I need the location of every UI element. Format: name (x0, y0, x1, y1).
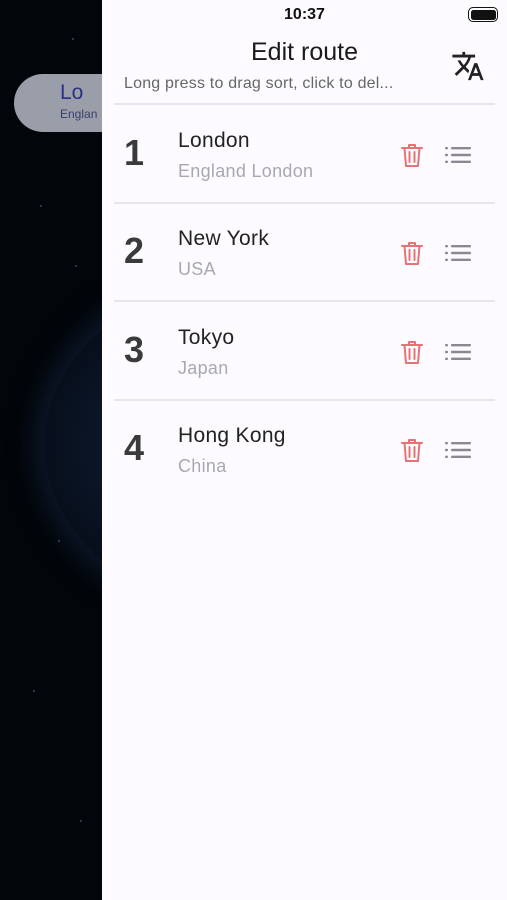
route-country: Japan (178, 358, 229, 378)
instructions-subtitle: Long press to drag sort, click to del... (124, 75, 394, 92)
route-row[interactable]: 4 Hong Kong China (102, 399, 507, 497)
route-index: 3 (124, 329, 145, 370)
status-time: 10:37 (284, 6, 325, 23)
page-title: Edit route (250, 38, 358, 66)
delete-icon[interactable] (400, 339, 424, 365)
drag-handle-icon[interactable] (445, 145, 471, 165)
delete-icon[interactable] (400, 240, 424, 266)
route-city: New York (178, 227, 270, 250)
drag-handle-icon[interactable] (445, 440, 471, 460)
route-country: China (178, 456, 227, 476)
translate-icon[interactable] (451, 49, 485, 83)
route-row[interactable]: 3 Tokyo Japan (102, 301, 507, 399)
route-city: London (178, 129, 250, 152)
edit-route-panel: 10:37 Edit route Long press to drag sort… (102, 0, 507, 900)
route-row[interactable]: 1 London England London (102, 104, 507, 202)
route-country: England London (178, 161, 314, 181)
drag-handle-icon[interactable] (445, 342, 471, 362)
drag-handle-icon[interactable] (445, 243, 471, 263)
route-index: 4 (124, 427, 145, 468)
route-city: Hong Kong (178, 424, 286, 447)
delete-icon[interactable] (400, 142, 424, 168)
route-index: 2 (124, 230, 145, 271)
route-city: Tokyo (178, 326, 235, 349)
route-index: 1 (124, 132, 145, 173)
route-country: USA (178, 259, 216, 279)
battery-icon (468, 7, 498, 22)
delete-icon[interactable] (400, 437, 424, 463)
route-row[interactable]: 2 New York USA (102, 202, 507, 300)
